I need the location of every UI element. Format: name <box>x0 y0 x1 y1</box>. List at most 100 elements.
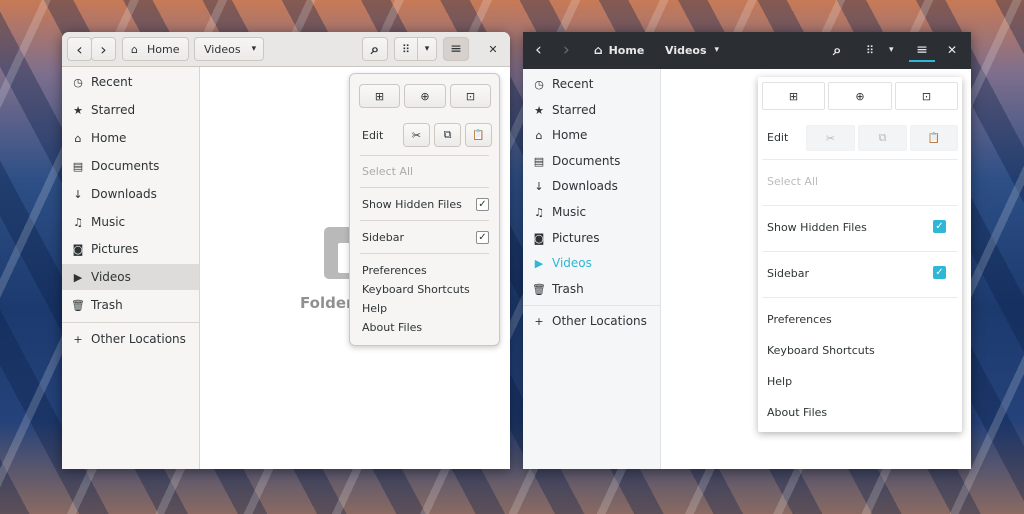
sidebar-item-downloads[interactable]: ↓ Downloads <box>523 173 660 199</box>
close-button[interactable]: ✕ <box>481 37 505 61</box>
new-tab-button[interactable]: ⊕ <box>828 82 892 110</box>
paste-button[interactable]: 📋 <box>910 125 958 151</box>
sidebar-item-label: Videos <box>552 256 592 270</box>
check-icon: ✓ <box>935 221 944 232</box>
sidebar-item-label: Trash <box>552 282 584 296</box>
star-icon: ★ <box>73 103 83 117</box>
view-options-button[interactable]: ▾ <box>889 40 894 60</box>
sidebar-item-recent[interactable]: ◷ Recent <box>523 71 660 97</box>
sidebar-item-pictures[interactable]: ◙ Pictures <box>62 236 199 262</box>
select-all-item[interactable]: Select All <box>767 175 818 188</box>
trash-icon: 🗑 <box>532 282 546 296</box>
sidebar-item-label: Trash <box>91 298 123 312</box>
help-item[interactable]: Help <box>767 375 792 388</box>
sidebar-checkbox[interactable]: ✓ <box>476 231 489 244</box>
view-options-button[interactable]: ▾ <box>417 37 437 61</box>
close-icon: ✕ <box>488 42 498 56</box>
sidebar-item-starred[interactable]: ★ Starred <box>62 97 199 123</box>
sidebar-item-documents[interactable]: ▤ Documents <box>523 148 660 174</box>
paste-button[interactable]: 📋 <box>465 123 492 147</box>
help-item[interactable]: Help <box>362 302 387 315</box>
breadcrumb-home[interactable]: ⌂ Home <box>122 37 189 61</box>
cut-button[interactable]: ✂ <box>403 123 430 147</box>
view-toggle-button[interactable]: ⠿ <box>394 37 418 61</box>
sidebar-item-label: Recent <box>91 75 133 89</box>
sidebar-toggle-item[interactable]: Sidebar <box>767 267 809 280</box>
close-icon: ✕ <box>947 43 958 57</box>
document-icon: ▤ <box>533 154 545 168</box>
new-folder-button[interactable]: ⊡ <box>895 82 958 110</box>
sidebar-item-trash[interactable]: 🗑 Trash <box>62 292 199 318</box>
view-toggle-button[interactable]: ⠿ <box>866 40 874 60</box>
sidebar-item-videos[interactable]: ▶ Videos <box>523 250 660 276</box>
sidebar-item-music[interactable]: ♫ Music <box>62 209 199 235</box>
new-window-button[interactable]: ⊞ <box>762 82 825 110</box>
sidebar-item-other-locations[interactable]: + Other Locations <box>523 308 660 334</box>
keyboard-shortcuts-item[interactable]: Keyboard Shortcuts <box>362 283 470 296</box>
breadcrumb-home[interactable]: ⌂ Home <box>594 40 644 60</box>
new-folder-button[interactable]: ⊡ <box>450 84 491 108</box>
sidebar-item-home[interactable]: ⌂ Home <box>62 125 199 151</box>
sidebar-item-home[interactable]: ⌂ Home <box>523 122 660 148</box>
copy-button[interactable]: ⧉ <box>858 125 907 151</box>
forward-button[interactable]: › <box>91 37 116 61</box>
sidebar-item-downloads[interactable]: ↓ Downloads <box>62 181 199 207</box>
menu-separator <box>360 187 489 188</box>
back-button[interactable]: ‹ <box>67 37 92 61</box>
empty-folder-label: Folder <box>300 294 354 312</box>
main-menu-button[interactable]: ≡ <box>443 37 469 61</box>
chevron-down-icon: ▾ <box>424 44 430 54</box>
plus-icon: + <box>73 332 83 346</box>
list-view-icon: ⠿ <box>866 43 875 57</box>
camera-icon: ◙ <box>533 231 545 245</box>
hamburger-menu-icon: ≡ <box>916 42 928 58</box>
copy-button[interactable]: ⧉ <box>434 123 461 147</box>
cut-button[interactable]: ✂ <box>806 125 855 151</box>
home-icon: ⌂ <box>535 128 543 142</box>
hamburger-menu-icon: ≡ <box>450 41 462 57</box>
keyboard-shortcuts-item[interactable]: Keyboard Shortcuts <box>767 344 875 357</box>
sidebar-item-documents[interactable]: ▤ Documents <box>62 153 199 179</box>
sidebar-item-music[interactable]: ♫ Music <box>523 199 660 225</box>
show-hidden-files-checkbox[interactable]: ✓ <box>476 198 489 211</box>
new-folder-icon: ⊡ <box>921 89 932 103</box>
breadcrumb-videos[interactable]: Videos ▾ <box>194 37 264 61</box>
sidebar-item-other-locations[interactable]: + Other Locations <box>62 326 199 352</box>
sidebar-item-pictures[interactable]: ◙ Pictures <box>523 225 660 251</box>
home-icon: ⌂ <box>131 42 138 56</box>
new-tab-button[interactable]: ⊕ <box>404 84 446 108</box>
menu-separator <box>360 155 489 156</box>
chevron-left-icon: ‹ <box>76 39 83 59</box>
breadcrumb-videos-label: Videos <box>204 42 241 56</box>
download-icon: ↓ <box>534 179 544 193</box>
about-files-item[interactable]: About Files <box>767 406 827 419</box>
show-hidden-files-item[interactable]: Show Hidden Files <box>767 221 867 234</box>
sidebar-item-recent[interactable]: ◷ Recent <box>62 69 199 95</box>
new-window-icon: ⊞ <box>374 89 385 103</box>
sidebar-item-label: Other Locations <box>552 314 647 328</box>
sidebar: ◷ Recent ★ Starred ⌂ Home ▤ Documents ↓ Downl… <box>62 67 200 469</box>
search-button[interactable]: ⌕ <box>362 37 388 61</box>
sidebar-checkbox[interactable]: ✓ <box>933 266 946 279</box>
show-hidden-files-checkbox[interactable]: ✓ <box>933 220 946 233</box>
main-menu-button[interactable]: ≡ <box>909 40 935 62</box>
new-window-button[interactable]: ⊞ <box>359 84 400 108</box>
sidebar-item-trash[interactable]: 🗑 Trash <box>523 276 660 302</box>
preferences-item[interactable]: Preferences <box>767 313 832 326</box>
preferences-item[interactable]: Preferences <box>362 264 427 277</box>
sidebar-item-videos[interactable]: ▶ Videos <box>62 264 199 290</box>
about-files-item[interactable]: About Files <box>362 321 422 334</box>
back-button[interactable]: ‹ <box>535 40 542 60</box>
list-view-icon: ⠿ <box>401 42 411 56</box>
sidebar-toggle-item[interactable]: Sidebar <box>362 231 404 244</box>
breadcrumb-videos[interactable]: Videos ▾ <box>665 40 719 60</box>
check-icon: ✓ <box>478 232 487 243</box>
sidebar-item-starred[interactable]: ★ Starred <box>523 97 660 123</box>
show-hidden-files-item[interactable]: Show Hidden Files <box>362 198 462 211</box>
breadcrumb-videos-label: Videos <box>665 43 707 57</box>
search-button[interactable]: ⌕ <box>833 40 841 60</box>
recent-icon: ◷ <box>534 77 544 91</box>
select-all-item[interactable]: Select All <box>362 165 413 178</box>
close-button[interactable]: ✕ <box>947 40 957 60</box>
forward-button[interactable]: › <box>563 40 570 60</box>
